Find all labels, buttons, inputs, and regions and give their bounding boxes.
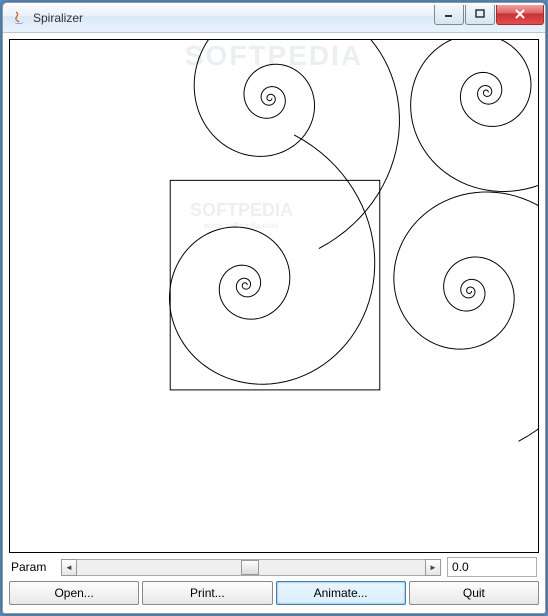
param-label: Param <box>11 560 55 574</box>
param-row: Param ◄ ► <box>9 553 539 581</box>
slider-track[interactable] <box>77 559 425 576</box>
quit-button[interactable]: Quit <box>409 581 539 605</box>
open-button[interactable]: Open... <box>9 581 139 605</box>
slider-left-arrow-icon[interactable]: ◄ <box>61 559 77 576</box>
minimize-button[interactable] <box>434 5 464 25</box>
titlebar[interactable]: Spiralizer <box>3 3 545 33</box>
app-window: Spiralizer SOFTPEDIA SOFTPEDIA www.softp… <box>2 2 546 614</box>
print-button[interactable]: Print... <box>142 581 272 605</box>
button-row: Open... Print... Animate... Quit <box>9 581 539 607</box>
java-app-icon <box>11 10 27 26</box>
spiral-drawing <box>10 40 538 552</box>
close-button[interactable] <box>496 5 544 25</box>
animate-button[interactable]: Animate... <box>276 581 406 605</box>
window-title: Spiralizer <box>33 11 434 25</box>
param-input[interactable] <box>447 557 537 577</box>
client-area: SOFTPEDIA SOFTPEDIA www.softpedia.com Pa… <box>3 33 545 613</box>
param-slider[interactable]: ◄ ► <box>61 558 441 576</box>
window-controls <box>434 5 544 25</box>
slider-right-arrow-icon[interactable]: ► <box>425 559 441 576</box>
maximize-button[interactable] <box>465 5 495 25</box>
drawing-canvas: SOFTPEDIA SOFTPEDIA www.softpedia.com <box>9 39 539 553</box>
slider-thumb[interactable] <box>241 560 259 575</box>
